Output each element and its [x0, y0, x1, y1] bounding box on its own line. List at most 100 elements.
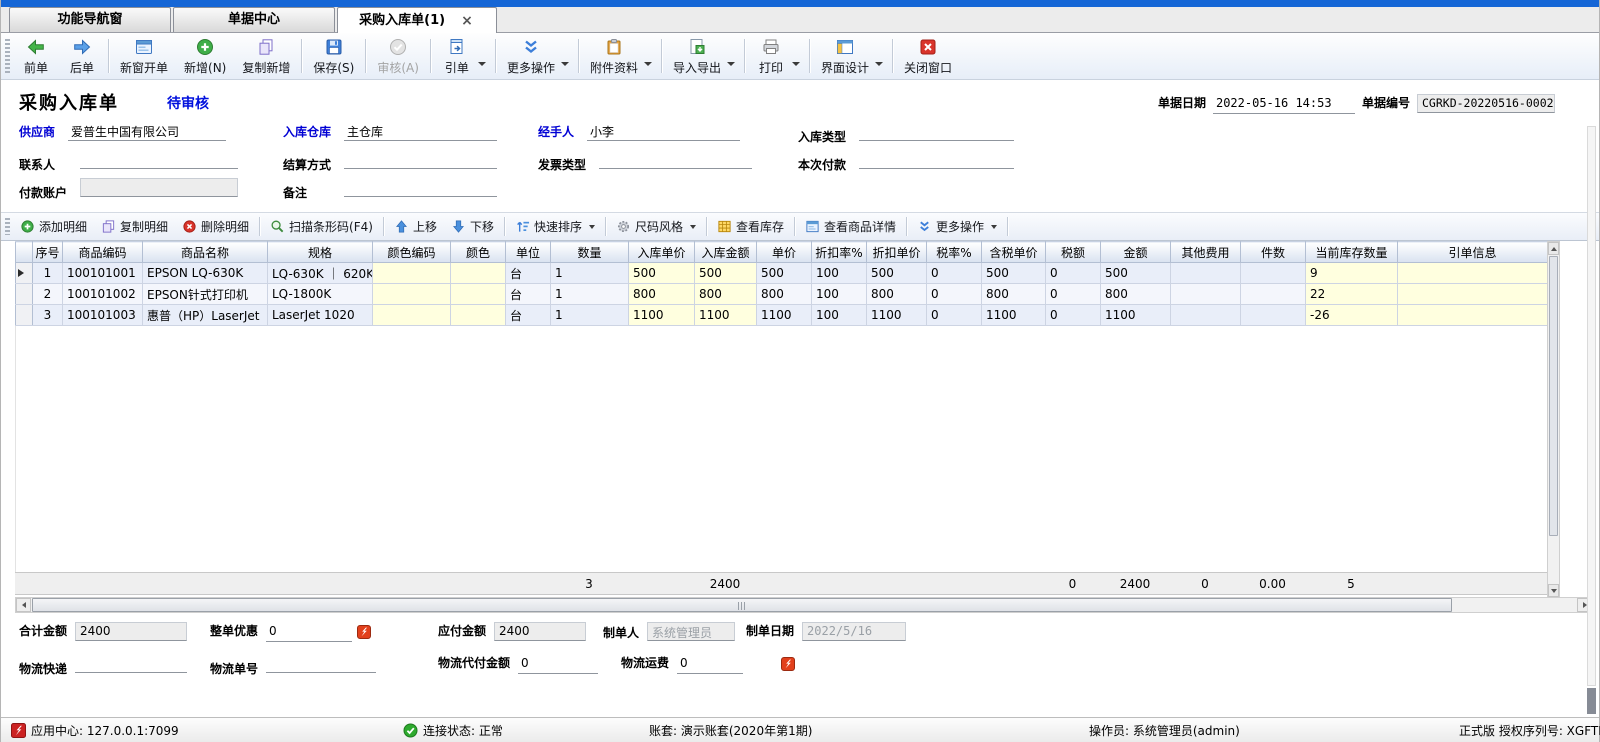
- move-down-button[interactable]: 下移: [444, 213, 501, 240]
- column-header-1[interactable]: 商品编码: [63, 242, 143, 263]
- scroll-left-icon[interactable]: [16, 598, 31, 612]
- scan-barcode-button[interactable]: 扫描条形码(F4): [263, 213, 380, 240]
- import-export-button[interactable]: 导入导出: [665, 35, 729, 77]
- cell[interactable]: [1398, 284, 1548, 305]
- tab-function-nav[interactable]: 功能导航窗: [9, 7, 171, 32]
- cell[interactable]: [1241, 284, 1306, 305]
- calculator-icon[interactable]: [781, 657, 795, 671]
- grid-horizontal-scrollbar[interactable]: [15, 597, 1593, 613]
- pull-order-button[interactable]: 引单: [434, 35, 480, 77]
- column-header-4[interactable]: 颜色编码: [373, 242, 451, 263]
- cell[interactable]: [451, 263, 506, 284]
- tab-close-icon[interactable]: ×: [459, 14, 475, 28]
- chevron-down-icon[interactable]: [792, 62, 800, 66]
- cell[interactable]: LQ-630K ｜ 620K: [268, 263, 373, 284]
- cell[interactable]: 500: [867, 263, 927, 284]
- column-header-5[interactable]: 颜色: [451, 242, 506, 263]
- cell[interactable]: [1171, 263, 1241, 284]
- column-header-17[interactable]: 其他费用: [1171, 242, 1241, 263]
- row-indicator[interactable]: [16, 263, 33, 284]
- cell[interactable]: 800: [757, 284, 812, 305]
- column-header-9[interactable]: 入库金额: [695, 242, 757, 263]
- scroll-down-icon[interactable]: [1548, 584, 1559, 597]
- cell[interactable]: [1241, 263, 1306, 284]
- print-button[interactable]: 打印: [748, 35, 794, 77]
- column-header-19[interactable]: 当前库存数量: [1306, 242, 1398, 263]
- cell[interactable]: 800: [695, 284, 757, 305]
- column-header-2[interactable]: 商品名称: [143, 242, 268, 263]
- cell[interactable]: 1: [551, 284, 629, 305]
- cell[interactable]: LQ-1800K: [268, 284, 373, 305]
- cell[interactable]: 9: [1306, 263, 1398, 284]
- cell[interactable]: EPSON LQ-630K: [143, 263, 268, 284]
- column-header-15[interactable]: 税额: [1046, 242, 1101, 263]
- tab-document-center[interactable]: 单据中心: [173, 7, 335, 32]
- form-vertical-scrollbar[interactable]: [1587, 126, 1596, 686]
- logistics-cod-field[interactable]: 0: [518, 655, 598, 674]
- attachments-button[interactable]: 附件资料: [582, 35, 646, 77]
- cell[interactable]: [1171, 305, 1241, 326]
- chevron-down-icon[interactable]: [875, 62, 883, 66]
- cell[interactable]: 3: [33, 305, 63, 326]
- cell[interactable]: [451, 305, 506, 326]
- cell[interactable]: 1100: [867, 305, 927, 326]
- payment-account-field[interactable]: [80, 178, 238, 197]
- ui-design-button[interactable]: 界面设计: [813, 35, 877, 77]
- size-style-button[interactable]: 尺码风格: [609, 213, 703, 240]
- save-button[interactable]: 保存(S): [305, 34, 362, 78]
- grid-vertical-scrollbar[interactable]: [1547, 241, 1560, 598]
- column-header-10[interactable]: 单价: [757, 242, 812, 263]
- cell[interactable]: -26: [1306, 305, 1398, 326]
- more-actions-button[interactable]: 更多操作: [499, 35, 563, 77]
- column-header-16[interactable]: 金额: [1101, 242, 1171, 263]
- cell[interactable]: 100: [812, 305, 867, 326]
- chevron-down-icon[interactable]: [478, 62, 486, 66]
- inbound-type-field[interactable]: [859, 122, 1014, 141]
- order-discount-field[interactable]: 0: [266, 623, 352, 642]
- cell[interactable]: 800: [1101, 284, 1171, 305]
- cell[interactable]: 100101003: [63, 305, 143, 326]
- column-header-14[interactable]: 含税单价: [982, 242, 1046, 263]
- cell[interactable]: [451, 284, 506, 305]
- cell[interactable]: 1100: [1101, 305, 1171, 326]
- cell[interactable]: 1100: [695, 305, 757, 326]
- cell[interactable]: 1: [551, 263, 629, 284]
- cell[interactable]: 0: [927, 263, 982, 284]
- column-header-0[interactable]: 序号: [33, 242, 63, 263]
- cell[interactable]: 1: [33, 263, 63, 284]
- cell[interactable]: 0: [927, 284, 982, 305]
- cell[interactable]: 500: [695, 263, 757, 284]
- chevron-down-icon[interactable]: [644, 62, 652, 66]
- cell[interactable]: 1: [551, 305, 629, 326]
- column-header-13[interactable]: 税率%: [927, 242, 982, 263]
- cell[interactable]: [1398, 263, 1548, 284]
- column-header-18[interactable]: 件数: [1241, 242, 1306, 263]
- cell[interactable]: 800: [629, 284, 695, 305]
- scroll-up-icon[interactable]: [1548, 242, 1559, 255]
- cell[interactable]: 100: [812, 263, 867, 284]
- next-doc-button[interactable]: 后单: [59, 34, 105, 78]
- cell[interactable]: 800: [867, 284, 927, 305]
- copy-detail-button[interactable]: 复制明细: [94, 213, 175, 240]
- cell[interactable]: 100101002: [63, 284, 143, 305]
- more-detail-actions-button[interactable]: 更多操作: [910, 213, 1004, 240]
- cell[interactable]: 1100: [982, 305, 1046, 326]
- cell[interactable]: [1398, 305, 1548, 326]
- warehouse-field[interactable]: 主仓库: [344, 122, 497, 141]
- contact-field[interactable]: [80, 150, 238, 169]
- h-scroll-thumb[interactable]: [32, 598, 1452, 612]
- chevron-down-icon[interactable]: [561, 62, 569, 66]
- cell[interactable]: 500: [1101, 263, 1171, 284]
- prev-doc-button[interactable]: 前单: [13, 34, 59, 78]
- column-header-11[interactable]: 折扣率%: [812, 242, 867, 263]
- cell[interactable]: 500: [757, 263, 812, 284]
- cell[interactable]: [373, 284, 451, 305]
- column-header-8[interactable]: 入库单价: [629, 242, 695, 263]
- cell[interactable]: 100: [812, 284, 867, 305]
- cell[interactable]: 500: [982, 263, 1046, 284]
- cell[interactable]: EPSON针式打印机: [143, 284, 268, 305]
- grid-empty-area[interactable]: [15, 326, 1547, 572]
- row-indicator[interactable]: [16, 284, 33, 305]
- new-window-open-button[interactable]: 新窗开单: [112, 34, 176, 78]
- doc-date-field[interactable]: 2022-05-16 14:53: [1213, 95, 1355, 114]
